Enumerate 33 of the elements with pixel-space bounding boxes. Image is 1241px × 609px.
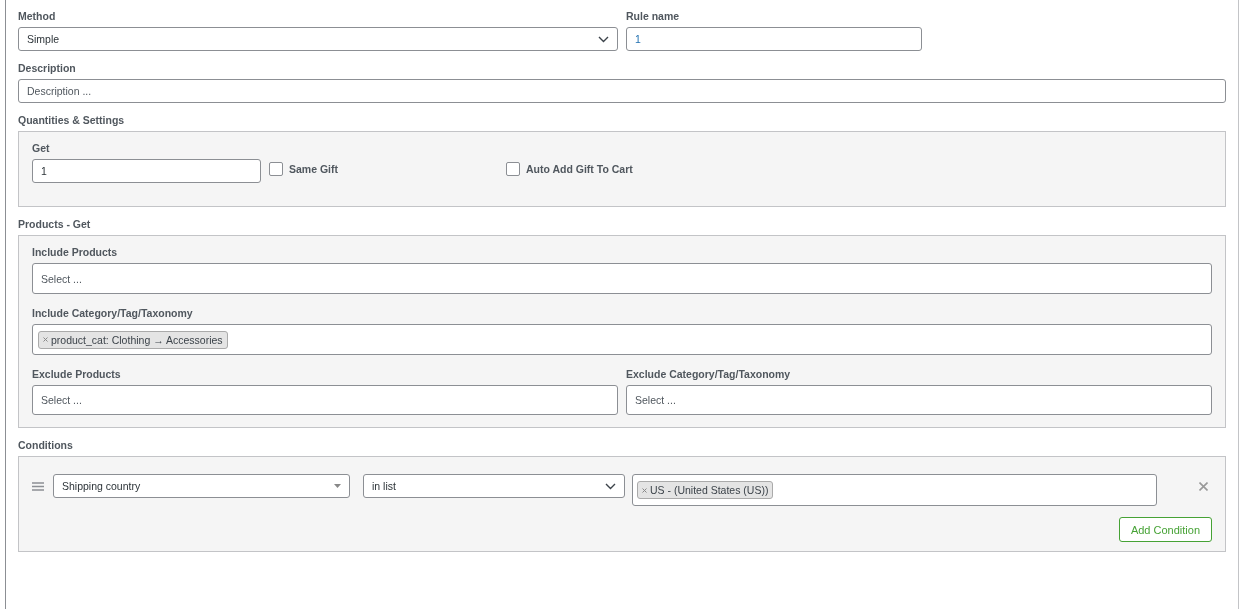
condition-operator-select[interactable]: in list [363,474,625,498]
exclude-category-select[interactable]: Select ... [626,385,1212,415]
caret-down-icon [334,484,341,488]
remove-icon[interactable] [642,487,647,493]
field-label: Get [32,141,51,155]
field-label: Description [18,61,77,75]
chevron-down-icon [598,35,609,43]
field-label: Include Products [32,245,119,259]
tag-label: product_cat: Clothing → Accessories [51,333,223,346]
drag-handle-icon[interactable] [32,482,44,491]
close-icon[interactable] [1199,482,1208,491]
section-title: Quantities & Settings [18,113,126,127]
field-label: Method [18,9,57,23]
field-label: Exclude Products [32,367,122,381]
section-title: Products - Get [18,217,92,231]
condition-field-select[interactable]: Shipping country [53,474,350,498]
description-input[interactable]: Description ... [18,79,1226,103]
section-title: Conditions [18,438,74,452]
tag-label: US - (United States (US)) [650,484,769,496]
include-products-select[interactable]: Select ... [32,263,1212,294]
checkbox[interactable]: Same Gift [269,162,498,176]
field-label: Rule name [626,9,681,23]
condition-values-select[interactable]: US - (United States (US)) [632,474,1157,506]
chevron-down-icon [605,482,616,490]
get-quantity-input[interactable]: 1 [32,159,261,183]
method-select[interactable]: Simple [18,27,618,51]
checkbox[interactable]: Auto Add Gift To Cart [506,162,706,176]
rule-name-input[interactable]: 1 [626,27,922,51]
field-label: Exclude Category/Tag/Taxonomy [626,367,792,381]
include-category-select[interactable]: product_cat: Clothing → Accessories [32,324,1212,355]
exclude-products-select[interactable]: Select ... [32,385,618,415]
remove-icon[interactable] [43,337,48,342]
field-label: Include Category/Tag/Taxonomy [32,306,194,320]
